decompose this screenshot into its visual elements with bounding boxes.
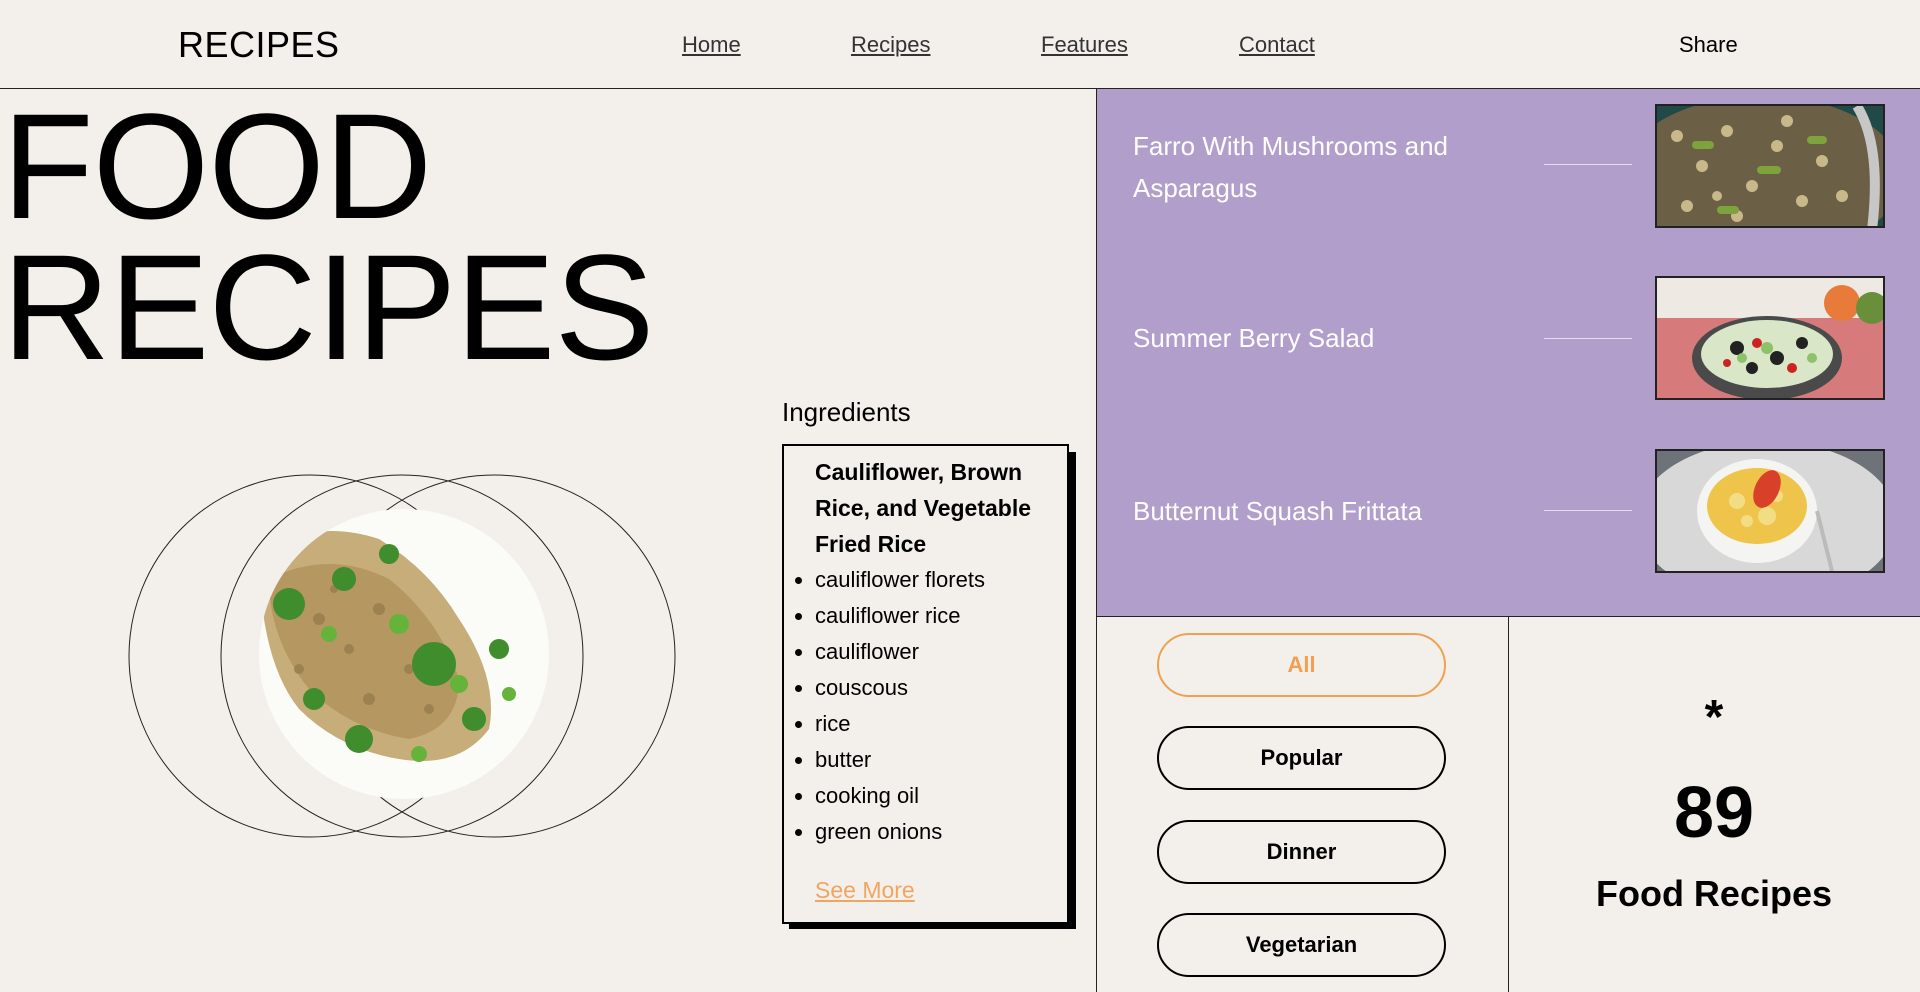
featured-divider — [1544, 164, 1632, 165]
section-divider-left — [1096, 617, 1097, 992]
nav-recipes[interactable]: Recipes — [851, 32, 930, 58]
filter-dinner-button[interactable]: Dinner — [1157, 820, 1446, 884]
filter-popular-button[interactable]: Popular — [1157, 726, 1446, 790]
featured-divider — [1544, 338, 1632, 339]
share-button[interactable]: Share — [1679, 32, 1738, 58]
ingredient-item: cauliflower rice — [795, 598, 1055, 634]
featured-recipe-title[interactable]: Farro With Mushrooms and Asparagus — [1133, 125, 1493, 209]
featured-recipes-panel: Farro With Mushrooms and Asparagus Summe… — [1096, 89, 1920, 617]
frittata-photo[interactable] — [1655, 449, 1885, 573]
hero-title: FOOD RECIPES — [2, 82, 655, 391]
ingredient-item: cauliflower — [795, 634, 1055, 670]
nav-features[interactable]: Features — [1041, 32, 1128, 58]
asterisk-icon: * — [1704, 691, 1724, 744]
featured-recipe-title[interactable]: Butternut Squash Frittata — [1133, 490, 1493, 532]
site-logo[interactable]: RECIPES — [178, 24, 340, 66]
ingredients-list: cauliflower florets cauliflower rice cau… — [795, 562, 1055, 850]
section-divider-middle — [1508, 617, 1509, 992]
ingredients-heading: Ingredients — [782, 397, 911, 427]
ingredient-item: rice — [795, 706, 1055, 742]
recipe-count-label: Food Recipes — [1595, 873, 1833, 914]
berry-salad-photo[interactable] — [1655, 276, 1885, 400]
ingredient-item: butter — [795, 742, 1055, 778]
ingredient-item: cooking oil — [795, 778, 1055, 814]
see-more-link[interactable]: See More — [815, 877, 915, 904]
filter-vegetarian-button[interactable]: Vegetarian — [1157, 913, 1446, 977]
nav-home[interactable]: Home — [682, 32, 741, 58]
ingredients-recipe-name: Cauliflower, Brown Rice, and Vegetable F… — [815, 459, 1032, 557]
ingredient-item: couscous — [795, 670, 1055, 706]
ingredient-item: cauliflower florets — [795, 562, 1055, 598]
nav-contact[interactable]: Contact — [1239, 32, 1315, 58]
hero-title-line-2: RECIPES — [2, 223, 655, 391]
featured-recipe-title[interactable]: Summer Berry Salad — [1133, 317, 1493, 359]
ingredients-card: Cauliflower, Brown Rice, and Vegetable F… — [782, 444, 1069, 924]
filter-all-button[interactable]: All — [1157, 633, 1446, 697]
recipe-count: 89 — [1673, 773, 1755, 853]
featured-divider — [1544, 510, 1632, 511]
ingredient-item: green onions — [795, 814, 1055, 850]
farro-photo[interactable] — [1655, 104, 1885, 228]
hero-title-line-1: FOOD — [2, 82, 432, 250]
fried-rice-photo — [259, 509, 549, 799]
site-header: RECIPES Home Recipes Features Contact Sh… — [0, 0, 1920, 89]
